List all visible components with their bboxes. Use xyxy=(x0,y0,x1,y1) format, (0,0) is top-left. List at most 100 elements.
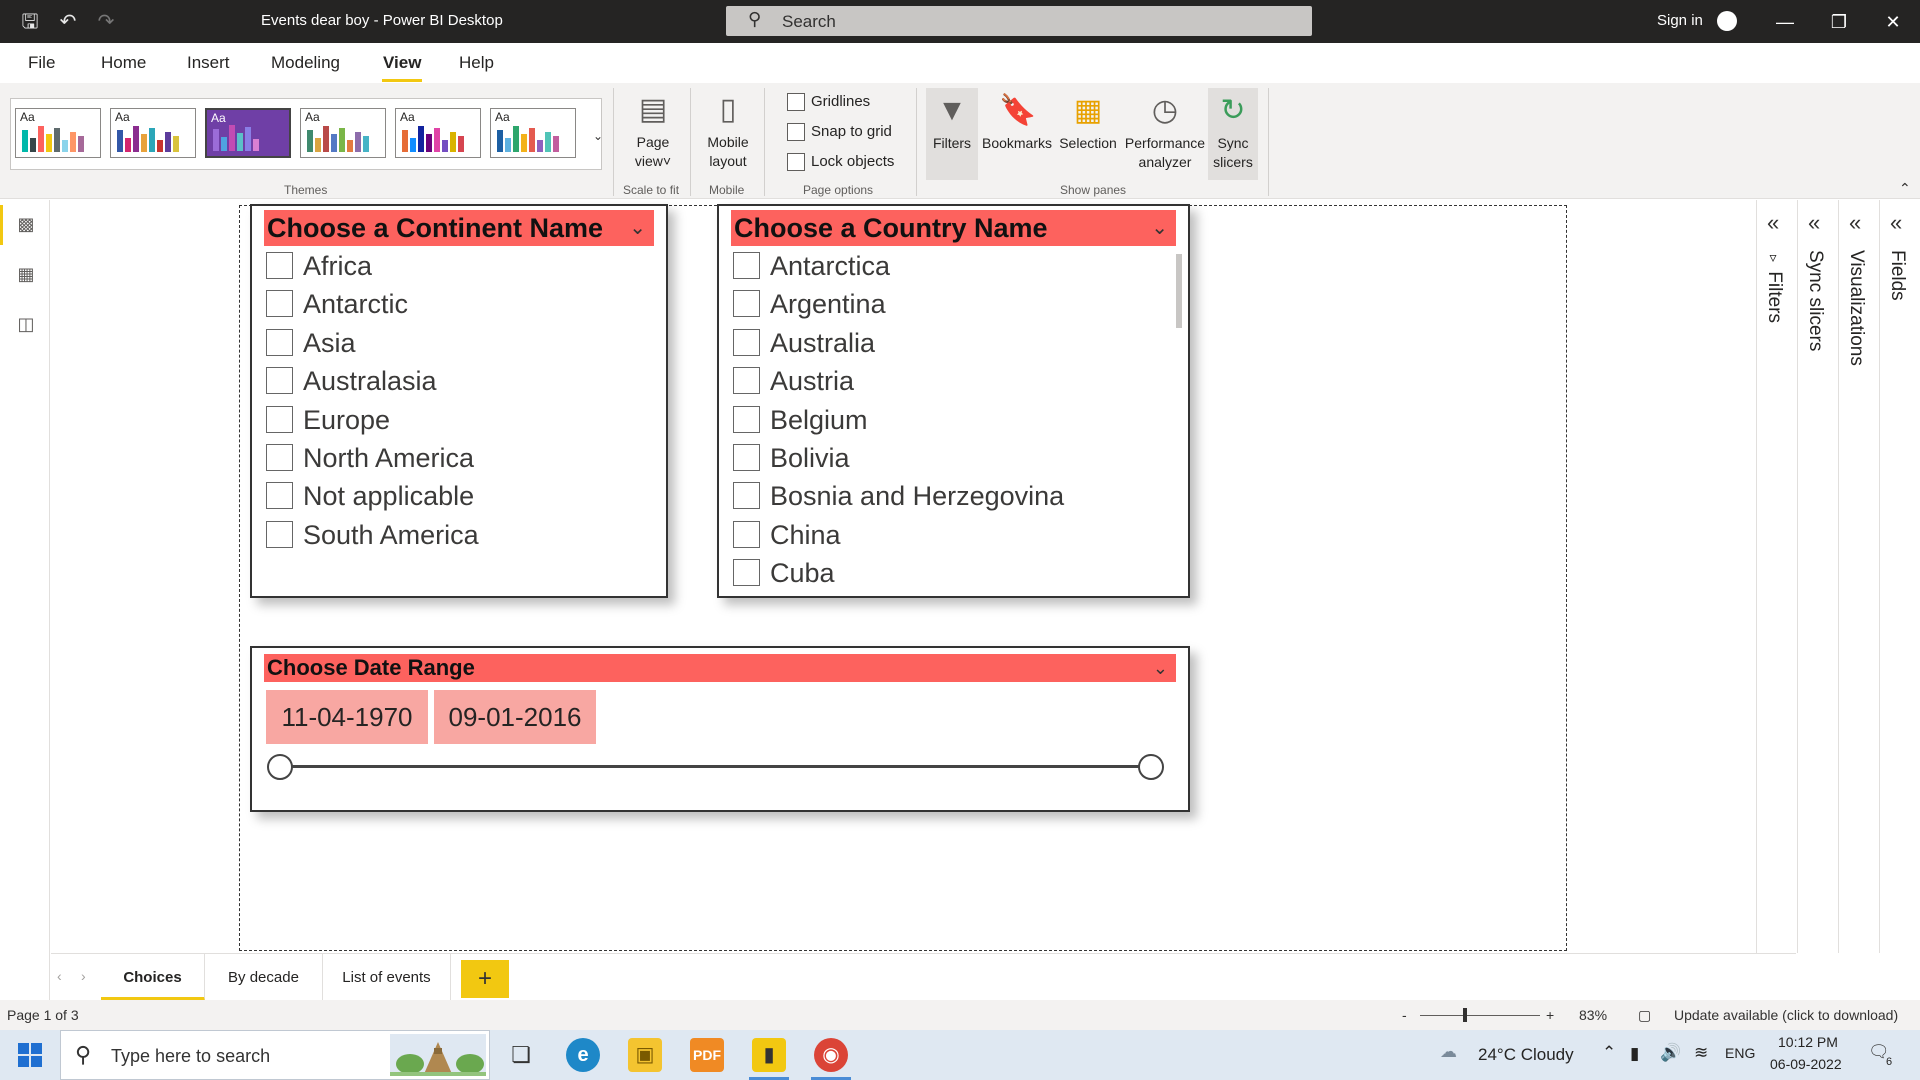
slicer-option[interactable]: South America xyxy=(266,519,479,551)
date-range-track[interactable] xyxy=(279,765,1157,768)
checkbox[interactable] xyxy=(733,329,760,357)
chevron-down-icon[interactable]: ⌄ xyxy=(1153,654,1168,682)
slicer-option[interactable]: Antarctic xyxy=(266,288,408,320)
menu-insert[interactable]: Insert xyxy=(187,53,230,73)
slicer-option[interactable]: Bolivia xyxy=(733,442,850,474)
minimize-icon[interactable]: — xyxy=(1770,8,1800,36)
checkbox[interactable] xyxy=(266,406,293,434)
fields-pane-collapsed[interactable]: « Fields xyxy=(1879,200,1920,953)
selection-pane-button[interactable]: ▦ Selection xyxy=(1056,92,1120,153)
filters-pane-button[interactable]: ▼ Filters xyxy=(926,88,978,180)
expand-pane-icon[interactable]: « xyxy=(1808,210,1820,236)
tab-choices[interactable]: Choices xyxy=(101,954,205,1001)
theme-swatch[interactable]: Aa xyxy=(110,108,196,158)
mobile-layout-button[interactable]: ▯ Mobile layout xyxy=(700,91,756,171)
slicer-option[interactable]: North America xyxy=(266,442,474,474)
checkbox[interactable] xyxy=(266,329,293,357)
checkbox[interactable] xyxy=(733,559,760,587)
volume-icon[interactable]: 🔊 xyxy=(1660,1043,1681,1063)
slicer-option[interactable]: Antarctica xyxy=(733,250,890,282)
checkbox[interactable] xyxy=(266,444,293,472)
checkbox[interactable] xyxy=(733,252,760,280)
clock-date[interactable]: 06-09-2022 xyxy=(1770,1056,1842,1072)
clock-time[interactable]: 10:12 PM xyxy=(1778,1034,1838,1050)
undo-icon[interactable]: ↶ xyxy=(56,10,80,34)
language-indicator[interactable]: ENG xyxy=(1725,1045,1755,1061)
tab-list-of-events[interactable]: List of events xyxy=(323,954,451,1001)
checkbox[interactable] xyxy=(266,290,293,318)
date-range-slicer[interactable]: Choose Date Range ⌄ 11-04-1970 09-01-201… xyxy=(250,646,1190,812)
theme-swatch[interactable]: Aa xyxy=(15,108,101,158)
menu-view[interactable]: View xyxy=(383,53,421,73)
slicer-option[interactable]: Bosnia and Herzegovina xyxy=(733,480,1064,512)
report-view-icon[interactable]: ▩ xyxy=(14,212,38,236)
theme-swatch[interactable]: Aa xyxy=(395,108,481,158)
slicer-option[interactable]: Africa xyxy=(266,250,372,282)
theme-swatch[interactable]: Aa xyxy=(490,108,576,158)
date-start-handle[interactable] xyxy=(267,754,293,780)
windows-start-icon[interactable] xyxy=(18,1043,42,1067)
start-date-field[interactable]: 11-04-1970 xyxy=(266,690,428,744)
chrome-browser-icon[interactable]: ◉ xyxy=(814,1038,848,1072)
checkbox[interactable] xyxy=(733,444,760,472)
sync-slicers-pane-collapsed[interactable]: « Sync slicers xyxy=(1797,200,1837,953)
slicer-option[interactable]: China xyxy=(733,519,841,551)
snap-to-grid-checkbox[interactable]: Snap to grid xyxy=(787,123,892,142)
checkbox[interactable] xyxy=(733,482,760,510)
update-available-link[interactable]: Update available (click to download) xyxy=(1674,1007,1898,1023)
country-slicer[interactable]: Choose a Country Name ⌄ Antarctica Argen… xyxy=(717,204,1190,598)
end-date-field[interactable]: 09-01-2016 xyxy=(434,690,596,744)
model-view-icon[interactable]: ◫ xyxy=(14,312,38,336)
data-view-icon[interactable]: ▦ xyxy=(14,262,38,286)
file-explorer-icon[interactable]: ▣ xyxy=(628,1038,662,1072)
sync-slicers-button[interactable]: ↻ Sync slicers xyxy=(1208,88,1258,180)
expand-pane-icon[interactable]: « xyxy=(1890,210,1902,236)
slicer-option[interactable]: Cuba xyxy=(733,557,835,589)
slicer-option[interactable]: Belgium xyxy=(733,404,868,436)
chevron-down-icon[interactable]: ⌄ xyxy=(629,210,646,246)
search-box[interactable]: ⚲ Search xyxy=(726,6,1312,36)
chevron-up-icon[interactable]: ⌃ xyxy=(1602,1043,1616,1063)
weather-status[interactable]: 24°C Cloudy xyxy=(1478,1045,1574,1065)
collapse-ribbon-icon[interactable]: ⌃ xyxy=(1899,180,1911,197)
chevron-down-icon[interactable]: ⌄ xyxy=(1151,210,1168,246)
visualizations-pane-collapsed[interactable]: « Visualizations xyxy=(1838,200,1878,953)
zoom-out-button[interactable]: - xyxy=(1402,1007,1407,1023)
restore-icon[interactable]: ❐ xyxy=(1824,8,1854,36)
slicer-option[interactable]: Austria xyxy=(733,365,854,397)
checkbox[interactable] xyxy=(266,252,293,280)
slicer-option[interactable]: Europe xyxy=(266,404,390,436)
tab-scroll-left-icon[interactable]: ‹ xyxy=(57,968,62,984)
zoom-slider[interactable] xyxy=(1420,1015,1540,1016)
expand-pane-icon[interactable]: « xyxy=(1849,210,1861,236)
task-view-icon[interactable]: ❏ xyxy=(504,1038,538,1072)
lock-objects-checkbox[interactable]: Lock objects xyxy=(787,153,894,172)
performance-analyzer-button[interactable]: ◷ Performance analyzer xyxy=(1122,92,1208,172)
scrollbar[interactable] xyxy=(1176,254,1182,328)
theme-swatch[interactable]: Aa xyxy=(300,108,386,158)
gridlines-checkbox[interactable]: Gridlines xyxy=(787,93,870,112)
continent-slicer[interactable]: Choose a Continent Name ⌄ Africa Antarct… xyxy=(250,204,668,598)
sign-in-link[interactable]: Sign in xyxy=(1657,12,1703,29)
menu-home[interactable]: Home xyxy=(101,53,146,73)
menu-help[interactable]: Help xyxy=(459,53,494,73)
bookmarks-pane-button[interactable]: 🔖 Bookmarks xyxy=(980,92,1054,153)
checkbox[interactable] xyxy=(266,521,293,549)
checkbox[interactable] xyxy=(733,290,760,318)
pdf-app-icon[interactable]: PDF xyxy=(690,1038,724,1072)
checkbox[interactable] xyxy=(733,367,760,395)
checkbox[interactable] xyxy=(266,482,293,510)
fit-to-page-icon[interactable]: ▢ xyxy=(1638,1007,1651,1024)
checkbox[interactable] xyxy=(733,406,760,434)
add-page-button[interactable]: + xyxy=(461,960,509,998)
expand-pane-icon[interactable]: « xyxy=(1767,210,1779,236)
save-icon[interactable]: 🖫 xyxy=(18,10,42,34)
redo-icon[interactable]: ↷ xyxy=(94,10,118,34)
tab-by-decade[interactable]: By decade xyxy=(205,954,323,1001)
menu-file[interactable]: File xyxy=(28,53,55,73)
slicer-option[interactable]: Argentina xyxy=(733,288,886,320)
power-bi-icon[interactable]: ▮ xyxy=(752,1038,786,1072)
page-view-button[interactable]: ▤ Page view˅ xyxy=(626,91,680,171)
menu-modeling[interactable]: Modeling xyxy=(271,53,340,73)
slicer-option[interactable]: Asia xyxy=(266,327,356,359)
